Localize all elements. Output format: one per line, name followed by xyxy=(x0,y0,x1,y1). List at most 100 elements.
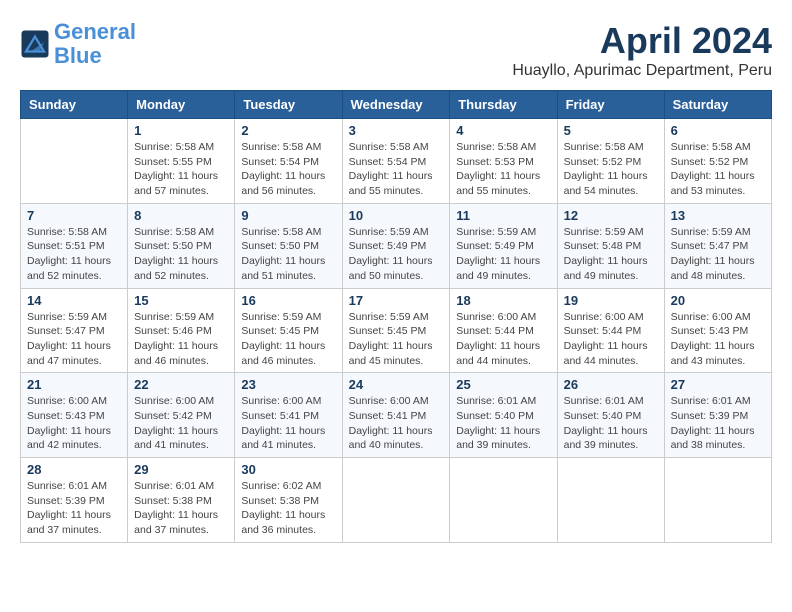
calendar-cell: 20Sunrise: 6:00 AMSunset: 5:43 PMDayligh… xyxy=(664,288,771,373)
day-info: Sunrise: 5:59 AMSunset: 5:48 PMDaylight:… xyxy=(564,225,658,284)
day-info: Sunrise: 5:58 AMSunset: 5:54 PMDaylight:… xyxy=(349,140,444,199)
calendar-week-3: 14 Sunrise: 5:59 AMSunset: 5:47 PMDayligh… xyxy=(21,288,772,373)
day-number: 24 xyxy=(349,377,444,392)
day-header-wednesday: Wednesday xyxy=(342,91,450,119)
day-info: Sunrise: 5:58 AMSunset: 5:50 PMDaylight:… xyxy=(241,225,335,284)
calendar-cell: 11 Sunrise: 5:59 AMSunset: 5:49 PMDayligh… xyxy=(450,203,557,288)
calendar-cell: 19Sunrise: 6:00 AMSunset: 5:44 PMDayligh… xyxy=(557,288,664,373)
day-header-monday: Monday xyxy=(128,91,235,119)
calendar-cell: 21Sunrise: 6:00 AMSunset: 5:43 PMDayligh… xyxy=(21,373,128,458)
day-info: Sunrise: 6:00 AMSunset: 5:43 PMDaylight:… xyxy=(671,310,765,369)
calendar-cell: 1Sunrise: 5:58 AMSunset: 5:55 PMDaylight… xyxy=(128,119,235,204)
calendar-cell: 8 Sunrise: 5:58 AMSunset: 5:50 PMDaylight… xyxy=(128,203,235,288)
calendar-cell: 13Sunrise: 5:59 AMSunset: 5:47 PMDayligh… xyxy=(664,203,771,288)
day-number: 26 xyxy=(564,377,658,392)
calendar-cell: 4 Sunrise: 5:58 AMSunset: 5:53 PMDaylight… xyxy=(450,119,557,204)
day-number: 4 xyxy=(456,123,550,138)
day-number: 30 xyxy=(241,462,335,477)
day-number: 21 xyxy=(27,377,121,392)
calendar-cell: 10 Sunrise: 5:59 AMSunset: 5:49 PMDayligh… xyxy=(342,203,450,288)
day-info: Sunrise: 6:00 AMSunset: 5:44 PMDaylight:… xyxy=(564,310,658,369)
day-number: 22 xyxy=(134,377,228,392)
day-info: Sunrise: 6:00 AMSunset: 5:42 PMDaylight:… xyxy=(134,394,228,453)
day-info: Sunrise: 5:59 AMSunset: 5:46 PMDaylight:… xyxy=(134,310,228,369)
day-info: Sunrise: 5:59 AMSunset: 5:45 PMDaylight:… xyxy=(349,310,444,369)
day-number: 27 xyxy=(671,377,765,392)
calendar-cell: 5 Sunrise: 5:58 AMSunset: 5:52 PMDaylight… xyxy=(557,119,664,204)
calendar-cell: 18 Sunrise: 6:00 AMSunset: 5:44 PMDayligh… xyxy=(450,288,557,373)
day-info: Sunrise: 6:00 AMSunset: 5:41 PMDaylight:… xyxy=(241,394,335,453)
day-info: Sunrise: 6:00 AMSunset: 5:44 PMDaylight:… xyxy=(456,310,550,369)
day-info: Sunrise: 5:58 AMSunset: 5:50 PMDaylight:… xyxy=(134,225,228,284)
day-header-friday: Friday xyxy=(557,91,664,119)
day-header-thursday: Thursday xyxy=(450,91,557,119)
day-info: Sunrise: 5:59 AMSunset: 5:49 PMDaylight:… xyxy=(456,225,550,284)
day-number: 18 xyxy=(456,293,550,308)
calendar-cell xyxy=(342,458,450,543)
day-number: 3 xyxy=(349,123,444,138)
calendar-cell: 22 Sunrise: 6:00 AMSunset: 5:42 PMDayligh… xyxy=(128,373,235,458)
day-number: 8 xyxy=(134,208,228,223)
calendar-cell: 15 Sunrise: 5:59 AMSunset: 5:46 PMDayligh… xyxy=(128,288,235,373)
calendar-cell xyxy=(664,458,771,543)
calendar-cell: 2 Sunrise: 5:58 AMSunset: 5:54 PMDaylight… xyxy=(235,119,342,204)
day-number: 12 xyxy=(564,208,658,223)
calendar-week-2: 7Sunrise: 5:58 AMSunset: 5:51 PMDaylight… xyxy=(21,203,772,288)
calendar-cell: 7Sunrise: 5:58 AMSunset: 5:51 PMDaylight… xyxy=(21,203,128,288)
day-number: 17 xyxy=(349,293,444,308)
day-number: 23 xyxy=(241,377,335,392)
calendar-cell: 28Sunrise: 6:01 AMSunset: 5:39 PMDayligh… xyxy=(21,458,128,543)
day-header-tuesday: Tuesday xyxy=(235,91,342,119)
calendar-cell: 25 Sunrise: 6:01 AMSunset: 5:40 PMDayligh… xyxy=(450,373,557,458)
day-info: Sunrise: 6:01 AMSunset: 5:38 PMDaylight:… xyxy=(134,479,228,538)
day-number: 10 xyxy=(349,208,444,223)
calendar-cell: 26 Sunrise: 6:01 AMSunset: 5:40 PMDayligh… xyxy=(557,373,664,458)
calendar-cell: 17 Sunrise: 5:59 AMSunset: 5:45 PMDayligh… xyxy=(342,288,450,373)
calendar-cell: 27 Sunrise: 6:01 AMSunset: 5:39 PMDayligh… xyxy=(664,373,771,458)
calendar-cell xyxy=(450,458,557,543)
day-number: 25 xyxy=(456,377,550,392)
calendar-week-1: 1Sunrise: 5:58 AMSunset: 5:55 PMDaylight… xyxy=(21,119,772,204)
day-info: Sunrise: 5:58 AMSunset: 5:51 PMDaylight:… xyxy=(27,225,121,284)
day-info: Sunrise: 5:58 AMSunset: 5:54 PMDaylight:… xyxy=(241,140,335,199)
day-info: Sunrise: 5:58 AMSunset: 5:52 PMDaylight:… xyxy=(671,140,765,199)
day-number: 11 xyxy=(456,208,550,223)
day-info: Sunrise: 6:00 AMSunset: 5:41 PMDaylight:… xyxy=(349,394,444,453)
day-number: 14 xyxy=(27,293,121,308)
day-info: Sunrise: 5:58 AMSunset: 5:53 PMDaylight:… xyxy=(456,140,550,199)
day-info: Sunrise: 5:58 AMSunset: 5:52 PMDaylight:… xyxy=(564,140,658,199)
day-info: Sunrise: 6:02 AMSunset: 5:38 PMDaylight:… xyxy=(241,479,335,538)
calendar-cell: 6 Sunrise: 5:58 AMSunset: 5:52 PMDaylight… xyxy=(664,119,771,204)
calendar-cell: 16 Sunrise: 5:59 AMSunset: 5:45 PMDayligh… xyxy=(235,288,342,373)
logo-text: General Blue xyxy=(54,20,136,68)
day-info: Sunrise: 6:01 AMSunset: 5:40 PMDaylight:… xyxy=(564,394,658,453)
day-number: 2 xyxy=(241,123,335,138)
day-number: 6 xyxy=(671,123,765,138)
day-info: Sunrise: 5:59 AMSunset: 5:47 PMDaylight:… xyxy=(27,310,121,369)
logo: General Blue xyxy=(20,20,136,68)
day-number: 15 xyxy=(134,293,228,308)
day-number: 13 xyxy=(671,208,765,223)
location-title: Huayllo, Apurimac Department, Peru xyxy=(512,62,772,80)
day-number: 5 xyxy=(564,123,658,138)
day-info: Sunrise: 6:01 AMSunset: 5:39 PMDaylight:… xyxy=(671,394,765,453)
calendar-cell: 24 Sunrise: 6:00 AMSunset: 5:41 PMDayligh… xyxy=(342,373,450,458)
calendar-cell xyxy=(21,119,128,204)
calendar-table: SundayMondayTuesdayWednesdayThursdayFrid… xyxy=(20,90,772,543)
day-info: Sunrise: 5:59 AMSunset: 5:49 PMDaylight:… xyxy=(349,225,444,284)
day-info: Sunrise: 5:59 AMSunset: 5:45 PMDaylight:… xyxy=(241,310,335,369)
day-number: 29 xyxy=(134,462,228,477)
day-number: 28 xyxy=(27,462,121,477)
day-number: 1 xyxy=(134,123,228,138)
calendar-week-5: 28Sunrise: 6:01 AMSunset: 5:39 PMDayligh… xyxy=(21,458,772,543)
calendar-cell: 12 Sunrise: 5:59 AMSunset: 5:48 PMDayligh… xyxy=(557,203,664,288)
day-number: 9 xyxy=(241,208,335,223)
day-header-saturday: Saturday xyxy=(664,91,771,119)
calendar-cell: 14 Sunrise: 5:59 AMSunset: 5:47 PMDayligh… xyxy=(21,288,128,373)
day-number: 16 xyxy=(241,293,335,308)
day-info: Sunrise: 6:01 AMSunset: 5:40 PMDaylight:… xyxy=(456,394,550,453)
calendar-cell: 3 Sunrise: 5:58 AMSunset: 5:54 PMDaylight… xyxy=(342,119,450,204)
calendar-week-4: 21Sunrise: 6:00 AMSunset: 5:43 PMDayligh… xyxy=(21,373,772,458)
title-section: April 2024 Huayllo, Apurimac Department,… xyxy=(512,20,772,80)
page-header: General Blue April 2024 Huayllo, Apurima… xyxy=(20,20,772,80)
